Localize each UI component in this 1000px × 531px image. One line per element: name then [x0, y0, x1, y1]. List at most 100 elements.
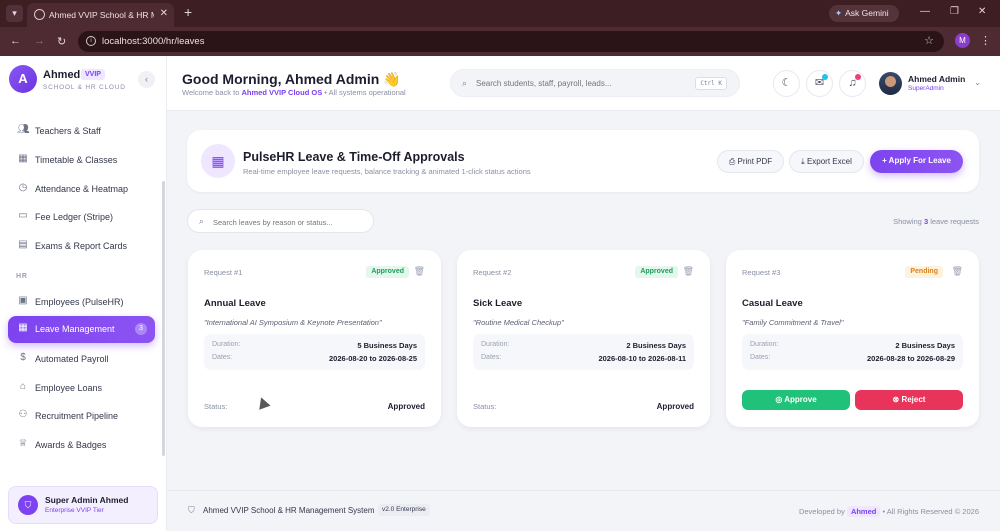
- moon-icon: ☾: [781, 77, 792, 89]
- apply-for-leave-button[interactable]: + Apply For Leave: [870, 150, 963, 173]
- print-pdf-button[interactable]: ⎙ Print PDF: [717, 150, 784, 173]
- leave-search[interactable]: ⌕: [187, 209, 374, 233]
- more-menu-icon[interactable]: ⋮: [980, 34, 991, 47]
- plus-icon: +: [882, 156, 887, 165]
- leave-reason: "Routine Medical Checkup": [473, 318, 564, 327]
- trash-icon[interactable]: 🗑︎: [414, 266, 425, 277]
- browser-profile-avatar[interactable]: M: [955, 33, 970, 48]
- back-icon[interactable]: ←: [10, 35, 21, 47]
- reject-button[interactable]: ⊗ Reject: [855, 390, 963, 410]
- leave-status: Approved: [387, 402, 425, 411]
- global-search-input[interactable]: [476, 77, 696, 90]
- trash-icon[interactable]: 🗑︎: [683, 266, 694, 277]
- tab-search-icon[interactable]: ▾: [6, 5, 23, 22]
- trophy-icon: ♕: [18, 438, 28, 449]
- sidebar-item-employees[interactable]: ▣ Employees (PulseHR): [8, 289, 155, 315]
- url-text[interactable]: localhost:3000/hr/leaves: [102, 36, 204, 47]
- leave-dates: 2026-08-20 to 2026-08-25: [329, 354, 417, 363]
- leave-duration: 2 Business Days: [895, 341, 955, 350]
- leave-details: Duration: 2 Business Days Dates: 2026-08…: [473, 334, 694, 370]
- admin-profile-card[interactable]: ⛉ Super Admin Ahmed Enterprise VVIP Tier: [8, 486, 158, 524]
- sidebar-item-teachers[interactable]: 👥︎ Teachers & Staff: [8, 118, 155, 144]
- theme-toggle-button[interactable]: ☾: [773, 70, 800, 97]
- sidebar-item-timetable[interactable]: ▦ Timetable & Classes: [8, 147, 155, 173]
- user-menu[interactable]: Ahmed Admin SuperAdmin ⌄: [875, 68, 985, 99]
- site-info-icon[interactable]: i: [86, 36, 96, 46]
- messages-button[interactable]: ✉: [806, 70, 833, 97]
- leave-search-input[interactable]: [213, 216, 363, 228]
- sidebar-item-exams[interactable]: ▤ Exams & Report Cards: [8, 233, 155, 259]
- collapse-sidebar-button[interactable]: ‹: [138, 71, 155, 88]
- status-badge: Pending: [905, 266, 943, 278]
- status-badge: Approved: [635, 266, 678, 278]
- sidebar-item-leave-management[interactable]: ▦ Leave Management 3: [8, 316, 155, 343]
- close-icon[interactable]: ✕: [160, 8, 168, 19]
- chevron-down-icon: ⌄: [974, 78, 981, 87]
- browser-tab[interactable]: Ahmed VVIP School & HR Man ✕: [27, 3, 174, 27]
- messages-dot: [822, 74, 828, 80]
- search-icon: ⌕: [199, 216, 204, 226]
- brand-badge: VVIP: [81, 69, 105, 80]
- minimize-icon[interactable]: —: [920, 6, 930, 17]
- users-icon: 👥︎: [17, 124, 30, 135]
- bank-icon: ⌂: [19, 381, 27, 392]
- brand-subtitle: SCHOOL & HR CLOUD: [43, 84, 126, 91]
- card-icon: ▭: [18, 210, 28, 221]
- export-excel-button[interactable]: ⤓ Export Excel: [789, 150, 864, 173]
- leave-card: Request #1 Approved 🗑︎ Annual Leave "Int…: [188, 250, 441, 427]
- address-bar[interactable]: i localhost:3000/hr/leaves ☆: [78, 31, 944, 52]
- approve-button[interactable]: ◎ Approve: [742, 390, 850, 410]
- leave-reason: "International AI Symposium & Keynote Pr…: [204, 318, 382, 327]
- leave-card: Request #2 Approved 🗑︎ Sick Leave "Routi…: [457, 250, 710, 427]
- sidebar: A Ahmed VVIP SCHOOL & HR CLOUD ‹ 👥︎ Teac…: [0, 56, 167, 531]
- ask-gemini-button[interactable]: ✦ Ask Gemini: [829, 5, 899, 22]
- page-subtitle: Real-time employee leave requests, balan…: [243, 167, 531, 176]
- browser-tab-bar: ▾ Ahmed VVIP School & HR Man ✕ + ✦Ask Ge…: [0, 0, 1000, 27]
- new-tab-button[interactable]: +: [184, 4, 192, 20]
- browser-toolbar: ← → ↻ i localhost:3000/hr/leaves ☆: [0, 27, 1000, 56]
- page-header-card: ▦ PulseHR Leave & Time-Off Approvals Rea…: [187, 130, 979, 192]
- leave-duration: 5 Business Days: [357, 341, 417, 350]
- clock-icon: ◷: [18, 182, 28, 193]
- sidebar-scrollbar[interactable]: [162, 181, 165, 456]
- notifications-button[interactable]: ♫: [839, 70, 866, 97]
- sidebar-item-attendance[interactable]: ◷ Attendance & Heatmap: [8, 176, 155, 202]
- globe-icon: [34, 9, 45, 20]
- welcome-text: Welcome back to Ahmed VVIP Cloud OS • Al…: [182, 88, 406, 97]
- notification-dot: [855, 74, 861, 80]
- trash-icon[interactable]: 🗑︎: [952, 266, 963, 277]
- global-search[interactable]: ⌕ Ctrl K: [450, 69, 740, 97]
- calendar-icon: ▦: [18, 153, 28, 164]
- forward-icon[interactable]: →: [34, 35, 45, 47]
- sidebar-item-awards[interactable]: ♕ Awards & Badges: [8, 432, 155, 458]
- brand-name: Ahmed: [43, 69, 81, 81]
- shield-icon: ⛉: [188, 505, 195, 515]
- reload-icon[interactable]: ↻: [57, 35, 66, 48]
- sidebar-item-fee-ledger[interactable]: ▭ Fee Ledger (Stripe): [8, 204, 155, 230]
- request-id: Request #2: [473, 268, 512, 277]
- leave-status: Approved: [656, 402, 694, 411]
- leave-dates: 2026-08-28 to 2026-08-29: [867, 354, 955, 363]
- clipboard-icon: ▤: [18, 239, 28, 250]
- avatar: [879, 72, 902, 95]
- leave-card: Request #3 Pending 🗑︎ Casual Leave "Fami…: [726, 250, 979, 427]
- sidebar-item-recruitment[interactable]: ⚇ Recruitment Pipeline: [8, 403, 155, 429]
- window-close-icon[interactable]: ✕: [978, 6, 986, 17]
- leave-type: Casual Leave: [742, 298, 803, 309]
- sidebar-item-loans[interactable]: ⌂ Employee Loans: [8, 375, 155, 401]
- results-count: Showing 3 leave requests: [893, 217, 979, 226]
- leave-reason: "Family Commitment & Travel": [742, 318, 844, 327]
- shortcut-hint: Ctrl K: [695, 77, 727, 90]
- calendar-icon: ▦: [18, 322, 28, 333]
- leave-type: Sick Leave: [473, 298, 523, 309]
- footer-credits: Developed by Ahmed • All Rights Reserved…: [798, 506, 979, 517]
- download-icon: ⤓: [801, 157, 805, 166]
- leave-count-badge: 3: [135, 323, 147, 335]
- footer-system-name: Ahmed VVIP School & HR Management System: [203, 506, 375, 515]
- brand-logo: A: [9, 65, 37, 93]
- check-circle-icon: ◎: [775, 395, 783, 404]
- sidebar-item-payroll[interactable]: $ Automated Payroll: [8, 346, 155, 372]
- status-badge: Approved: [366, 266, 409, 278]
- bookmark-star-icon[interactable]: ☆: [924, 34, 934, 47]
- maximize-icon[interactable]: ❐: [950, 6, 959, 17]
